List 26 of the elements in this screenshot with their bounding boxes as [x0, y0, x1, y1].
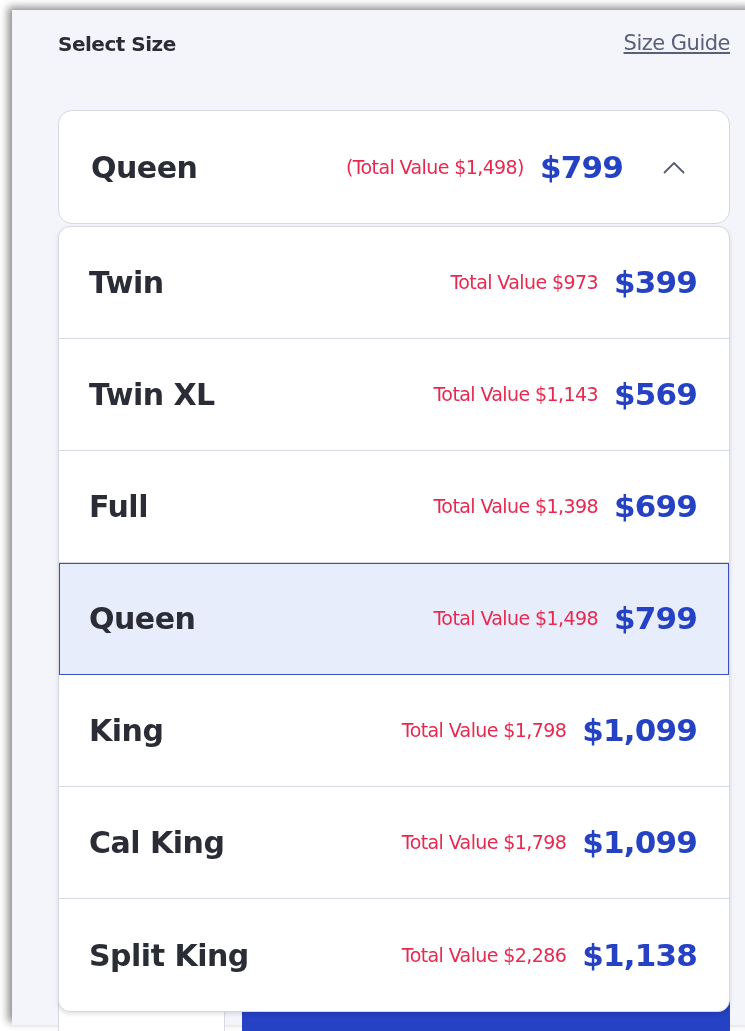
total-value-text: Total Value $1,143: [433, 382, 598, 408]
price-text: $1,138: [582, 935, 697, 975]
total-value-text: Total Value $1,798: [401, 830, 567, 856]
size-option[interactable]: Twin Total Value $973 $399: [59, 227, 729, 339]
selected-size-label: Queen: [91, 148, 198, 187]
price-text: $1,099: [582, 823, 697, 863]
total-value-text: Total Value $1,798: [401, 718, 567, 744]
price-text: $699: [613, 487, 697, 527]
total-value-text: (Total Value $1,498): [345, 154, 524, 180]
section-title: Select Size: [58, 31, 176, 58]
total-value-text: Total Value $2,286: [401, 942, 567, 968]
size-option[interactable]: King Total Value $1,798 $1,099: [59, 675, 729, 787]
price-text: $569: [613, 375, 697, 415]
price-text: $799: [613, 599, 697, 639]
price-text: $399: [613, 263, 697, 303]
price-text: $799: [539, 147, 623, 187]
size-option[interactable]: Twin XL Total Value $1,143 $569: [59, 339, 729, 451]
total-value-text: Total Value $1,498: [433, 606, 598, 632]
size-guide-link[interactable]: Size Guide: [623, 28, 730, 60]
size-select[interactable]: Queen (Total Value $1,498) $799: [58, 110, 730, 224]
size-option[interactable]: Queen Total Value $1,498 $799: [59, 563, 729, 675]
price-text: $1,099: [582, 711, 697, 751]
size-option[interactable]: Split King Total Value $2,286 $1,138: [59, 899, 729, 1011]
total-value-text: Total Value $973: [450, 270, 598, 296]
total-value-text: Total Value $1,398: [433, 494, 598, 520]
size-option[interactable]: Cal King Total Value $1,798 $1,099: [59, 787, 729, 899]
